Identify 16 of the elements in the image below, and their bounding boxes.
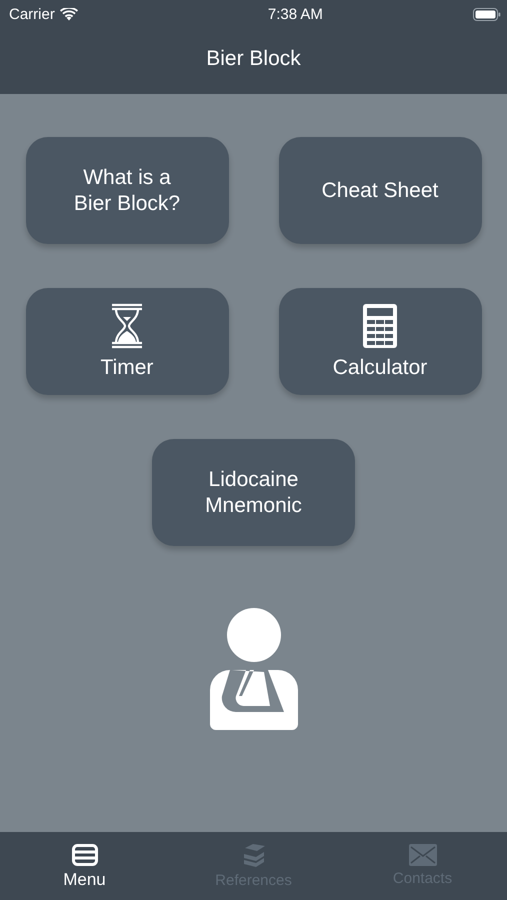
battery-icon: [472, 8, 501, 20]
wifi-icon: [60, 8, 78, 20]
menu-icon: [72, 844, 98, 866]
menu-button[interactable]: Lidocaine Mnemonic: [152, 439, 355, 546]
carrier-text: Carrier: [9, 6, 55, 22]
menu-button[interactable]: Cheat Sheet: [278, 137, 482, 244]
clock-text: 7:38 AM: [268, 6, 323, 22]
person-with-arm-sling-icon: [210, 608, 298, 730]
mail-icon: [408, 844, 436, 866]
tab[interactable]: Menu: [0, 832, 169, 900]
menu-button[interactable]: Calculator: [278, 288, 482, 395]
screen-title: Bier Block: [206, 47, 301, 71]
menu-button[interactable]: Timer: [26, 288, 228, 395]
menu-button[interactable]: What is a Bier Block?: [26, 137, 228, 244]
calculator-icon: [362, 302, 398, 348]
hourglass-icon: [109, 302, 145, 348]
